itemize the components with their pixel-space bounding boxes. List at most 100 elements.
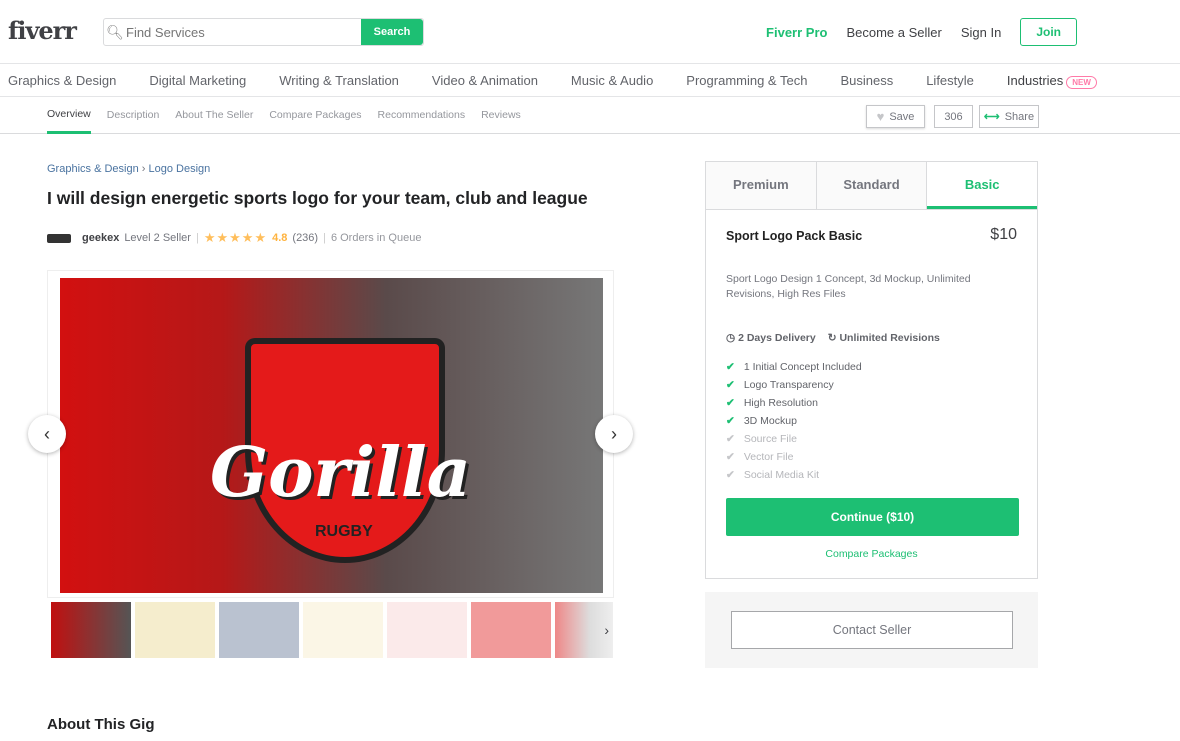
delivery-info: ◷ 2 Days Delivery	[726, 332, 816, 344]
tab-about-seller[interactable]: About The Seller	[175, 97, 253, 134]
new-badge: NEW	[1066, 75, 1097, 89]
seller-info: geekex Level 2 Seller | ★★★★★ 4.8 (236) | …	[47, 230, 421, 246]
logo-subtext: RUGBY	[315, 523, 373, 540]
gig-title: I will design energetic sports logo for …	[47, 188, 588, 208]
tab-premium[interactable]: Premium	[706, 162, 817, 209]
category-writing[interactable]: Writing & Translation	[279, 73, 399, 88]
refresh-icon: ↻	[827, 332, 837, 344]
thumbnail[interactable]	[135, 602, 215, 658]
star-rating-icons: ★★★★★	[203, 230, 268, 245]
feature-label: High Resolution	[743, 397, 818, 409]
category-programming[interactable]: Programming & Tech	[686, 73, 807, 88]
feature-label: Vector File	[743, 451, 794, 463]
package-card: Premium Standard Basic Sport Logo Pack B…	[705, 161, 1038, 579]
package-description: Sport Logo Design 1 Concept, 3d Mockup, …	[726, 273, 971, 300]
check-icon: ✔	[726, 361, 735, 373]
seller-name[interactable]: geekex	[82, 232, 119, 244]
search-icon: 🔍︎	[106, 24, 124, 40]
gallery-next-button[interactable]: ›	[595, 415, 633, 453]
thumbnail[interactable]	[51, 602, 131, 658]
logo-lettering: Gorilla	[210, 433, 471, 513]
header: fiverr 🔍︎ Search Fiverr Pro Become a Sel…	[0, 0, 1180, 64]
category-music[interactable]: Music & Audio	[571, 73, 653, 88]
category-marketing[interactable]: Digital Marketing	[149, 73, 246, 88]
gig-gallery: Gorilla RUGBY	[47, 270, 614, 598]
seller-avatar[interactable]	[47, 233, 71, 243]
thumbnail[interactable]	[387, 602, 467, 658]
feature-label: 3D Mockup	[743, 415, 797, 427]
search-bar: 🔍︎ Search	[103, 18, 424, 46]
contact-panel: Contact Seller	[705, 592, 1038, 668]
tab-basic[interactable]: Basic	[927, 162, 1038, 209]
check-icon: ✔	[726, 451, 735, 463]
tab-reviews[interactable]: Reviews	[481, 97, 521, 134]
share-icon: ⟷	[983, 111, 1000, 123]
feature-item: ✔ Social Media Kit	[726, 466, 862, 484]
feature-label: Social Media Kit	[743, 469, 820, 481]
tab-compare-packages[interactable]: Compare Packages	[269, 97, 361, 134]
review-count[interactable]: (236)	[292, 232, 318, 244]
category-graphics[interactable]: Graphics & Design	[8, 73, 116, 88]
share-button[interactable]: ⟷ Share	[979, 105, 1039, 128]
gallery-prev-button[interactable]: ‹	[28, 415, 66, 453]
tab-recommendations[interactable]: Recommendations	[378, 97, 466, 134]
breadcrumb-current[interactable]: Logo Design	[149, 163, 211, 175]
category-industries[interactable]: Industries NEW	[1006, 72, 1097, 89]
compare-packages-link[interactable]: Compare Packages	[706, 548, 1037, 560]
feature-label: Source File	[743, 433, 797, 445]
fiverr-logo[interactable]: fiverr	[8, 16, 77, 45]
check-icon: ✔	[726, 379, 735, 391]
feature-label: Logo Transparency	[743, 379, 834, 391]
category-video[interactable]: Video & Animation	[432, 73, 538, 88]
sign-in-link[interactable]: Sign In	[961, 25, 1001, 40]
breadcrumb-sep: ›	[141, 163, 146, 175]
thumbnail[interactable]	[471, 602, 551, 658]
contact-seller-button[interactable]: Contact Seller	[731, 611, 1013, 649]
chevron-right-icon: ›	[611, 423, 617, 444]
gallery-thumbnails: ›	[51, 602, 613, 658]
revisions-info: ↻ Unlimited Revisions	[828, 332, 940, 344]
tab-overview[interactable]: Overview	[47, 97, 91, 134]
rating-value: 4.8	[272, 232, 288, 244]
tab-description[interactable]: Description	[107, 97, 160, 134]
check-icon: ✔	[726, 397, 735, 409]
share-label: Share	[1004, 110, 1035, 123]
thumbnail[interactable]	[303, 602, 383, 658]
heart-icon: ♥	[876, 109, 885, 124]
fiverr-pro-link[interactable]: Fiverr Pro	[766, 25, 827, 40]
breadcrumb-parent[interactable]: Graphics & Design	[47, 163, 139, 175]
save-label: Save	[889, 110, 915, 123]
tab-standard[interactable]: Standard	[816, 162, 928, 209]
orders-queue: 6 Orders in Queue	[330, 232, 422, 244]
feature-label: 1 Initial Concept Included	[743, 361, 862, 373]
become-seller-link[interactable]: Become a Seller	[846, 25, 941, 40]
feature-item: ✔ Vector File	[726, 448, 862, 466]
thumbnail[interactable]: ›	[555, 602, 613, 658]
feature-item: ✔ Logo Transparency	[726, 376, 862, 394]
industries-label: Industries	[1006, 72, 1064, 88]
feature-item: ✔ 1 Initial Concept Included	[726, 358, 862, 376]
thumbnail[interactable]	[219, 602, 299, 658]
category-business[interactable]: Business	[840, 73, 893, 88]
revisions-label: Unlimited Revisions	[839, 332, 940, 344]
check-icon: ✔	[726, 433, 735, 445]
clock-icon: ◷	[726, 332, 736, 344]
continue-button[interactable]: Continue ($10)	[726, 498, 1019, 536]
save-count: 306	[934, 105, 973, 128]
package-name: Sport Logo Pack Basic	[726, 229, 863, 243]
check-icon: ✔	[726, 415, 735, 427]
category-lifestyle[interactable]: Lifestyle	[926, 73, 974, 88]
save-button[interactable]: ♥ Save	[866, 105, 925, 128]
join-button[interactable]: Join	[1020, 18, 1077, 46]
search-input[interactable]	[126, 19, 361, 45]
package-price: $10	[990, 226, 1017, 243]
category-nav: Graphics & Design Digital Marketing Writ…	[0, 64, 1180, 97]
feature-item: ✔ High Resolution	[726, 394, 862, 412]
gig-main-image[interactable]: Gorilla RUGBY	[60, 278, 603, 593]
feature-item: ✔ Source File	[726, 430, 862, 448]
feature-item: ✔ 3D Mockup	[726, 412, 862, 430]
delivery-label: 2 Days Delivery	[738, 332, 816, 344]
search-button[interactable]: Search	[361, 19, 423, 45]
about-gig-heading: About This Gig	[47, 716, 155, 733]
check-icon: ✔	[726, 469, 735, 481]
